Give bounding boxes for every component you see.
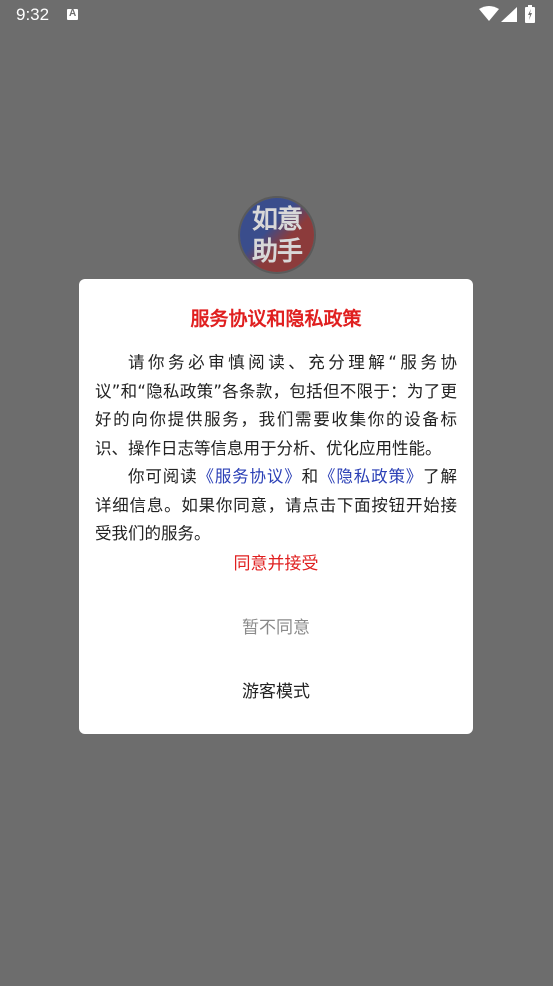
dialog-body: 请你务必审慎阅读、充分理解“服务协议”和“隐私政策”各条款，包括但不限于：为了更… [95, 349, 457, 549]
disagree-button[interactable]: 暂不同意 [79, 608, 473, 648]
app-logo: 如意助手 [240, 198, 314, 272]
dialog-paragraph-1: 请你务必审慎阅读、充分理解“服务协议”和“隐私政策”各条款，包括但不限于：为了更… [95, 353, 457, 458]
privacy-policy-link[interactable]: 《隐私政策》 [319, 467, 423, 486]
guest-mode-button[interactable]: 游客模式 [79, 672, 473, 712]
dialog-paragraph-2: 你可阅读《服务协议》和《隐私政策》了解详细信息。如果你同意，请点击下面按钮开始接… [95, 463, 457, 549]
status-bar: 9:32 A [0, 0, 553, 32]
paragraph-2-prefix: 你可阅读 [128, 467, 198, 486]
wifi-icon [479, 6, 499, 21]
screen: 9:32 A 如意助手 服务协议和隐私政策 请你务必审慎阅读、充分理解“服务协议… [0, 0, 553, 986]
signal-icon [501, 7, 517, 22]
app-logo-text: 如意助手 [251, 205, 303, 267]
agree-button[interactable]: 同意并接受 [79, 544, 473, 584]
a-icon: A [67, 8, 78, 20]
privacy-dialog: 服务协议和隐私政策 请你务必审慎阅读、充分理解“服务协议”和“隐私政策”各条款，… [79, 279, 473, 734]
and-text: 和 [301, 467, 319, 486]
status-time: 9:32 [16, 5, 50, 24]
dialog-title: 服务协议和隐私政策 [190, 308, 362, 330]
battery-icon [525, 5, 535, 23]
service-agreement-link[interactable]: 《服务协议》 [197, 467, 301, 486]
